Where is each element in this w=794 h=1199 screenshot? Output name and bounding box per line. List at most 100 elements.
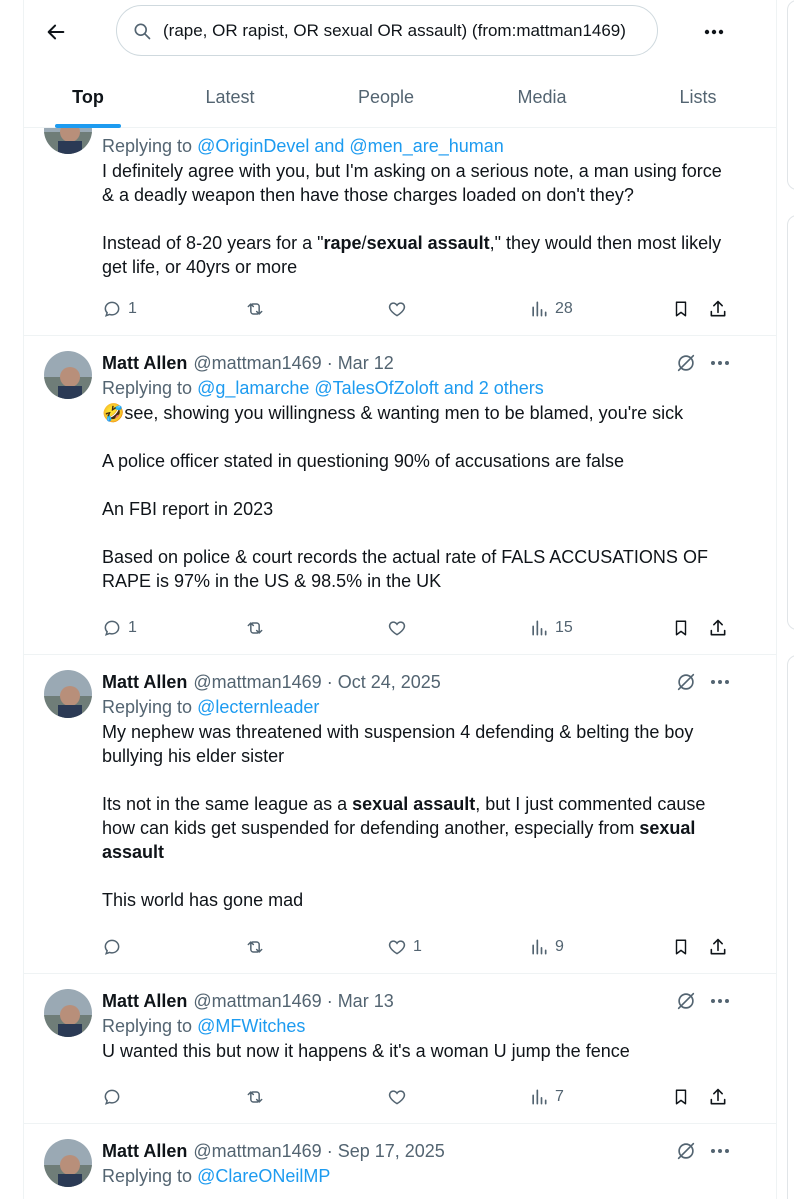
share-button[interactable] [708, 935, 728, 959]
tweet-paragraph: Instead of 8-20 years for a "rape/sexual… [102, 233, 722, 277]
search-header: (rape, OR rapist, OR sexual OR assault) … [24, 0, 776, 128]
views-button[interactable]: 9 [529, 935, 564, 959]
author-handle[interactable]: @mattman1469 [193, 991, 321, 1012]
tweet-actions: 1 9 [102, 935, 762, 959]
reply-button[interactable]: 1 [102, 297, 137, 321]
tweet-paragraph: U wanted this but now it happens & it's … [102, 1041, 630, 1061]
reply-button[interactable]: 1 [102, 616, 137, 640]
share-button[interactable] [708, 616, 728, 640]
tab-people[interactable]: People [308, 66, 464, 128]
tab-label: Top [72, 86, 104, 107]
like-button[interactable] [387, 1085, 407, 1109]
tweet-paragraph: I definitely agree with you, but I'm ask… [102, 161, 722, 205]
separator-dot: · [326, 990, 333, 1011]
tweet-timestamp[interactable]: Oct 24, 2025 [338, 672, 441, 693]
author-name[interactable]: Matt Allen [102, 1141, 187, 1162]
replying-to: Replying to @OriginDevel and @men_are_hu… [102, 133, 736, 159]
reply-icon [104, 301, 120, 317]
heart-icon [388, 621, 406, 636]
like-button[interactable]: 1 [387, 935, 422, 959]
author-handle[interactable]: @mattman1469 [193, 672, 321, 693]
like-button[interactable] [387, 616, 407, 640]
separator-dot: · [326, 671, 333, 692]
tab-label: Latest [205, 86, 255, 107]
more-options-icon[interactable] [707, 352, 733, 374]
more-options-icon[interactable] [707, 671, 733, 693]
author-name[interactable]: Matt Allen [102, 991, 187, 1012]
more-options-icon[interactable] [707, 990, 733, 1012]
tab-latest[interactable]: Latest [152, 66, 308, 128]
tab-label: People [357, 86, 415, 107]
bookmark-button[interactable] [672, 297, 690, 321]
avatar[interactable] [44, 670, 92, 718]
back-button[interactable] [36, 12, 76, 52]
tweet-paragraph: Based on police & court records the actu… [102, 547, 708, 591]
tweet-paragraph: My nephew was threatened with suspension… [102, 722, 694, 766]
reply-mention-link[interactable]: @ClareONeilMP [197, 1166, 330, 1186]
right-sidebar-card [787, 0, 794, 190]
more-options-icon[interactable] [707, 1140, 733, 1162]
reply-mention-link[interactable]: @g_lamarche @TalesOfZoloft and 2 others [197, 378, 544, 398]
column-divider-right [776, 0, 777, 1199]
reply-button[interactable] [102, 935, 122, 959]
reply-mention-link[interactable]: @lecternleader [197, 697, 319, 717]
bookmark-icon [675, 620, 687, 636]
tweet-paragraph: Its not in the same league as a sexual a… [102, 794, 706, 862]
tweet[interactable]: Matt Allen @mattman1469 · Sep 17, 2025 R… [24, 1124, 776, 1199]
more-options-icon [704, 29, 724, 35]
bookmark-button[interactable] [672, 935, 690, 959]
author-name[interactable]: Matt Allen [102, 672, 187, 693]
views-button[interactable]: 15 [529, 616, 573, 640]
author-name[interactable]: Matt Allen [102, 353, 187, 374]
tweet-timestamp[interactable]: Mar 12 [338, 353, 394, 374]
views-button[interactable]: 7 [529, 1085, 564, 1109]
tweet-header: Matt Allen @mattman1469 · Mar 12 [102, 351, 736, 375]
tab-lists[interactable]: Lists [620, 66, 776, 128]
grok-icon[interactable] [675, 990, 697, 1012]
bookmark-button[interactable] [672, 1085, 690, 1109]
tab-label: Lists [679, 86, 717, 107]
grok-icon[interactable] [675, 671, 697, 693]
grok-icon[interactable] [675, 352, 697, 374]
search-query-text[interactable]: (rape, OR rapist, OR sexual OR assault) … [163, 21, 626, 41]
grok-icon[interactable] [675, 1140, 697, 1162]
repost-button[interactable] [244, 297, 266, 321]
repost-button[interactable] [244, 935, 266, 959]
reply-icon [104, 939, 120, 955]
author-handle[interactable]: @mattman1469 [193, 353, 321, 374]
bookmark-icon [675, 939, 687, 955]
views-button[interactable]: 28 [529, 297, 573, 321]
tab-media[interactable]: Media [464, 66, 620, 128]
tweet-timestamp[interactable]: Mar 13 [338, 991, 394, 1012]
tweet[interactable]: Matt Allen @mattman1469 · Mar 13 Replyin… [24, 974, 776, 1124]
back-arrow-icon [47, 24, 65, 40]
repost-button[interactable] [244, 1085, 266, 1109]
tweet-timestamp[interactable]: Sep 17, 2025 [338, 1141, 445, 1162]
author-handle[interactable]: @mattman1469 [193, 1141, 321, 1162]
tweet[interactable]: Replying to @OriginDevel and @men_are_hu… [24, 100, 776, 336]
reply-button[interactable] [102, 1085, 122, 1109]
avatar[interactable] [44, 351, 92, 399]
reply-mention-link[interactable]: @MFWitches [197, 1016, 305, 1036]
avatar[interactable] [44, 1139, 92, 1187]
reply-mention-link[interactable]: @OriginDevel and @men_are_human [197, 136, 504, 156]
replying-to-label: Replying to [102, 1166, 198, 1186]
like-count: 1 [413, 938, 422, 955]
like-button[interactable] [387, 297, 407, 321]
share-button[interactable] [708, 297, 728, 321]
tweet[interactable]: Matt Allen @mattman1469 · Oct 24, 2025 R… [24, 655, 776, 974]
heart-icon [388, 1090, 406, 1105]
views-icon [532, 1089, 547, 1105]
more-options-button[interactable] [694, 12, 734, 52]
share-icon [710, 1088, 726, 1105]
repost-button[interactable] [244, 616, 266, 640]
tab-top[interactable]: Top [24, 66, 152, 128]
bookmark-button[interactable] [672, 616, 690, 640]
separator-dot: · [326, 1140, 333, 1161]
tweet[interactable]: Matt Allen @mattman1469 · Mar 12 Replyin… [24, 336, 776, 655]
share-button[interactable] [708, 1085, 728, 1109]
avatar[interactable] [44, 989, 92, 1037]
replying-to-label: Replying to [102, 378, 198, 398]
search-icon [131, 20, 153, 42]
search-input[interactable]: (rape, OR rapist, OR sexual OR assault) … [116, 5, 658, 56]
